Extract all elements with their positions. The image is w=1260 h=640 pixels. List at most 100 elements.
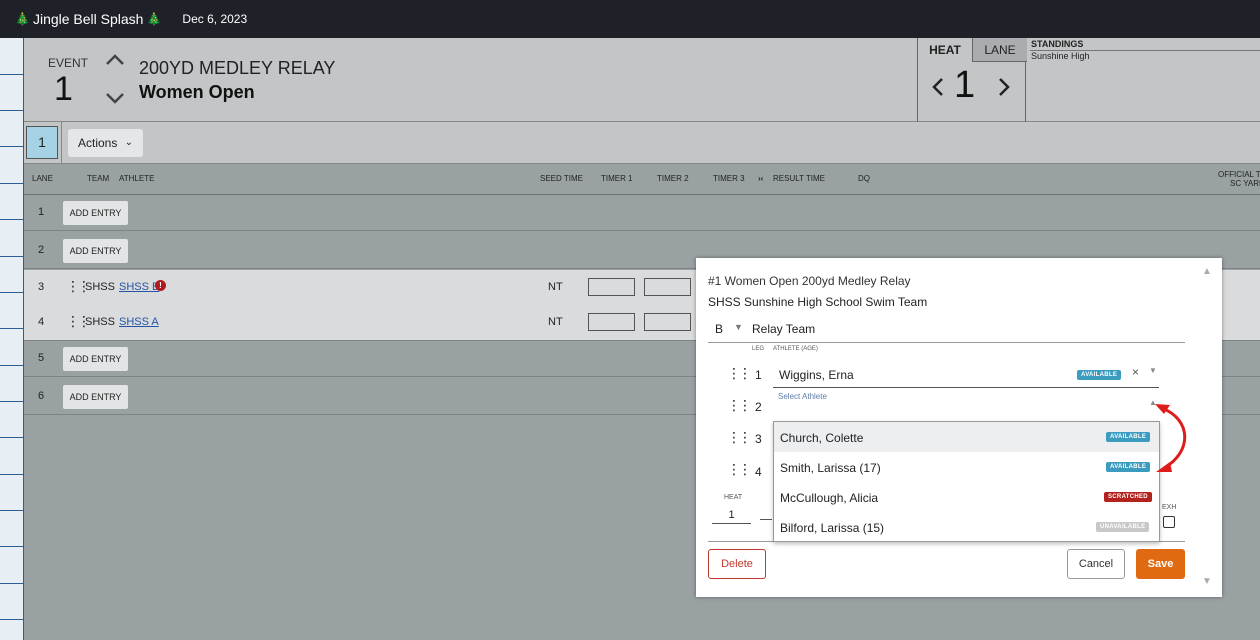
- status-badge: UNAVAILABLE: [1096, 522, 1150, 532]
- dropdown-option[interactable]: Bilford, Larissa (15) UNAVAILABLE: [774, 512, 1159, 542]
- dropdown-option[interactable]: Church, Colette AVAILABLE: [774, 422, 1159, 452]
- heat-tab-1[interactable]: 1: [26, 126, 58, 159]
- lane-number: 1: [38, 206, 45, 218]
- actions-label: Actions: [78, 136, 118, 150]
- column-header: LANE TEAM ATHLETE SEED TIME TIMER 1 TIME…: [24, 164, 1260, 195]
- drag-handle-icon[interactable]: ⋮⋮: [727, 398, 752, 412]
- dropdown-option[interactable]: Smith, Larissa (17) AVAILABLE: [774, 452, 1159, 482]
- add-entry-button[interactable]: ADD ENTRY: [63, 201, 128, 225]
- col-course: SC YARD: [1230, 179, 1260, 188]
- divider: [760, 519, 772, 520]
- delete-button[interactable]: Delete: [708, 549, 766, 579]
- chevron-down-icon[interactable]: [104, 88, 126, 108]
- event-subtitle: Women Open: [139, 82, 255, 102]
- relay-team-label: Relay Team: [752, 322, 816, 336]
- lane-number: 4: [38, 316, 45, 328]
- col-timer2: TIMER 2: [657, 174, 689, 183]
- cancel-button[interactable]: Cancel: [1067, 549, 1125, 579]
- drag-handle-icon[interactable]: ⋮⋮: [727, 366, 752, 380]
- clear-icon[interactable]: ×: [1132, 365, 1139, 379]
- warning-icon[interactable]: !: [155, 280, 166, 291]
- add-entry-button[interactable]: ADD ENTRY: [63, 239, 128, 263]
- chevron-up-icon[interactable]: [104, 50, 126, 70]
- event-number: 1: [54, 70, 73, 108]
- save-button[interactable]: Save: [1136, 549, 1185, 579]
- left-sidebar-strip[interactable]: [0, 38, 24, 640]
- col-result-time: RESULT TIME: [773, 174, 826, 183]
- relay-letter-select[interactable]: B: [715, 322, 723, 336]
- seed-time: NT: [548, 281, 563, 293]
- lane-number: 3: [38, 281, 45, 293]
- team-code: SHSS: [85, 281, 115, 293]
- scroll-up-icon[interactable]: ▲: [1202, 266, 1212, 277]
- modal-title: #1 Women Open 200yd Medley Relay: [708, 274, 911, 288]
- timer2-input[interactable]: [644, 313, 691, 331]
- event-label: EVENT: [48, 56, 89, 70]
- exhibition-checkbox[interactable]: [1163, 516, 1175, 528]
- drag-handle-icon[interactable]: ⋮⋮: [727, 462, 752, 476]
- add-entry-button[interactable]: ADD ENTRY: [63, 385, 128, 409]
- col-athlete-age: ATHLETE (AGE): [773, 346, 818, 352]
- col-athlete: ATHLETE: [119, 174, 155, 183]
- caret-down-icon[interactable]: ▼: [1149, 366, 1157, 375]
- standings-title: STANDINGS: [1031, 39, 1084, 49]
- exh-label: EXH: [1162, 504, 1177, 511]
- heat-selector: HEAT LANE 1: [917, 38, 1027, 122]
- status-badge: AVAILABLE: [1106, 432, 1151, 442]
- option-name: McCullough, Alicia: [780, 491, 879, 505]
- lane-number: 5: [38, 352, 45, 364]
- lane-number: 6: [38, 390, 45, 402]
- option-name: Bilford, Larissa (15): [780, 521, 885, 535]
- heat-input[interactable]: 1: [712, 506, 751, 524]
- tab-lane[interactable]: LANE: [972, 38, 1027, 62]
- col-dq: DQ: [858, 174, 870, 183]
- leg-number: 1: [755, 368, 762, 382]
- col-timer1: TIMER 1: [601, 174, 633, 183]
- standings-panel: STANDINGS Sunshine High: [1030, 38, 1260, 122]
- option-name: Smith, Larissa (17): [780, 461, 881, 475]
- tab-heat[interactable]: HEAT: [918, 38, 972, 62]
- chevron-left-icon[interactable]: [930, 76, 946, 98]
- event-header: EVENT 1 200YD MEDLEY RELAY Women Open HE…: [24, 38, 1260, 122]
- option-name: Church, Colette: [780, 431, 864, 445]
- timer1-input[interactable]: [588, 278, 635, 296]
- status-badge: SCRATCHED: [1104, 492, 1152, 502]
- event-name: 200YD MEDLEY RELAY: [139, 58, 336, 78]
- relay-link[interactable]: SHSS A: [119, 316, 159, 328]
- col-official-time: OFFICIAL TIM: [1218, 170, 1260, 179]
- add-entry-button[interactable]: ADD ENTRY: [63, 347, 128, 371]
- team-code: SHSS: [85, 316, 115, 328]
- meet-title[interactable]: Jingle Bell Splash: [33, 11, 144, 27]
- select-athlete-placeholder[interactable]: Select Athlete: [778, 392, 827, 401]
- caret-down-icon[interactable]: ▼: [734, 322, 743, 332]
- relay-link[interactable]: SHSS B: [119, 281, 159, 293]
- status-badge: AVAILABLE: [1077, 370, 1122, 380]
- leg-number: 2: [755, 400, 762, 414]
- divider: [61, 122, 62, 164]
- swap-columns-icon[interactable]: ›‹: [758, 174, 763, 183]
- heat-label: HEAT: [724, 494, 743, 501]
- meet-date: Dec 6, 2023: [182, 12, 248, 26]
- seed-time: NT: [548, 316, 563, 328]
- annotation-arrow-icon: [1155, 404, 1187, 472]
- standings-team: Sunshine High: [1031, 51, 1090, 61]
- leg-number: 3: [755, 432, 762, 446]
- actions-button[interactable]: Actions ⌄: [68, 129, 143, 157]
- dropdown-option[interactable]: McCullough, Alicia SCRATCHED: [774, 482, 1159, 512]
- scroll-down-icon[interactable]: ▼: [1202, 576, 1212, 587]
- timer1-input[interactable]: [588, 313, 635, 331]
- col-leg: LEG: [752, 346, 765, 352]
- leg1-athlete-select[interactable]: Wiggins, Erna AVAILABLE: [773, 362, 1159, 388]
- col-team: TEAM: [87, 174, 110, 183]
- status-badge: AVAILABLE: [1106, 462, 1151, 472]
- tree-icon: 🎄: [15, 12, 30, 26]
- leg-number: 4: [755, 465, 762, 479]
- timer2-input[interactable]: [644, 278, 691, 296]
- drag-handle-icon[interactable]: ⋮⋮: [727, 430, 752, 444]
- divider: [708, 342, 1185, 343]
- tree-icon: 🎄: [146, 12, 162, 26]
- chevron-right-icon[interactable]: [996, 76, 1012, 98]
- col-timer3: TIMER 3: [713, 174, 745, 183]
- heat-tabs-row: 1 Actions ⌄: [24, 122, 1260, 164]
- selected-athlete: Wiggins, Erna: [779, 368, 854, 382]
